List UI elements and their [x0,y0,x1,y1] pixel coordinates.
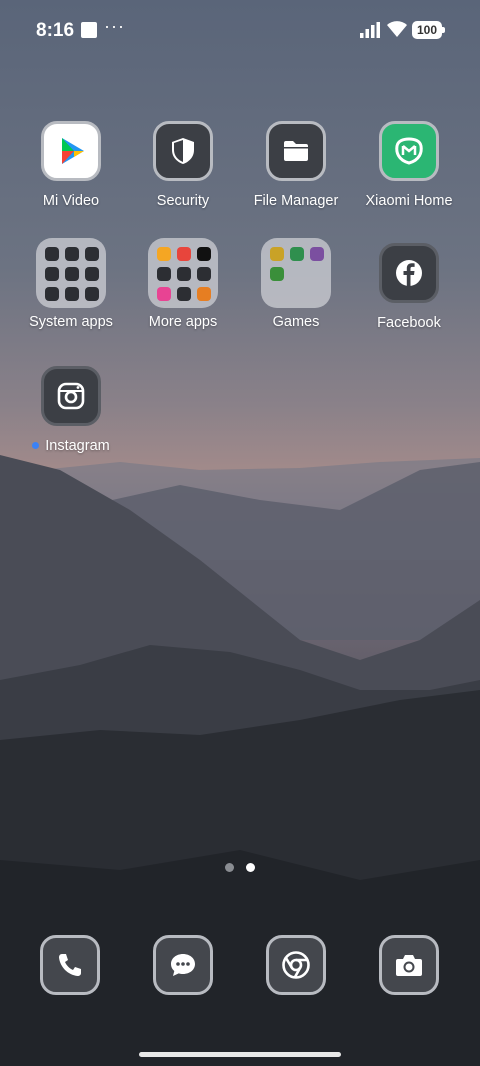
shield-icon [153,121,213,181]
folder-icon [266,121,326,181]
page-dot-active[interactable] [246,863,255,872]
folder-preview [148,238,218,308]
dock-phone[interactable] [40,935,100,995]
signal-icon [360,22,380,38]
app-mi-video[interactable]: Mi Video [11,121,131,209]
dock-camera[interactable] [379,935,439,995]
facebook-icon [379,243,439,303]
app-security[interactable]: Security [123,121,243,209]
app-instagram[interactable]: Instagram [11,366,131,454]
folder-more-apps[interactable]: More apps [123,238,243,330]
mi-home-icon [379,121,439,181]
folder-label: More apps [148,314,218,330]
dock-chrome[interactable] [266,935,326,995]
status-bar: 8:16 ··· 100 [0,0,480,60]
folder-preview [261,238,331,308]
folder-label: System apps [29,314,113,330]
more-notifications-indicator: ··· [104,16,125,36]
new-app-indicator [32,441,40,449]
page-indicator [225,863,257,873]
notification-square-icon [81,22,97,38]
camera-icon [379,935,439,995]
app-label: Instagram [11,438,131,454]
app-xiaomi-home[interactable]: Xiaomi Home [349,121,469,209]
folder-games[interactable]: Games [236,238,356,330]
app-file-manager[interactable]: File Manager [236,121,356,209]
status-time: 8:16 [36,20,75,41]
phone-icon [40,935,100,995]
folder-system-apps[interactable]: System apps [11,238,131,330]
battery-level: 100 [412,21,442,39]
home-gesture-bar[interactable] [139,1052,341,1057]
app-label: Facebook [377,315,441,331]
folder-preview [36,238,106,308]
page-dot[interactable] [225,863,234,872]
dock-messages[interactable] [153,935,213,995]
app-facebook[interactable]: Facebook [349,243,469,331]
app-label: File Manager [253,193,339,209]
app-label: Security [156,193,210,209]
play-icon [41,121,101,181]
message-icon [153,935,213,995]
folder-label: Games [272,314,320,330]
chrome-icon [266,935,326,995]
battery-icon: 100 [412,21,445,39]
wifi-icon [387,21,407,37]
app-label: Mi Video [42,193,100,209]
camera-icon [41,366,101,426]
app-label: Xiaomi Home [365,193,453,209]
